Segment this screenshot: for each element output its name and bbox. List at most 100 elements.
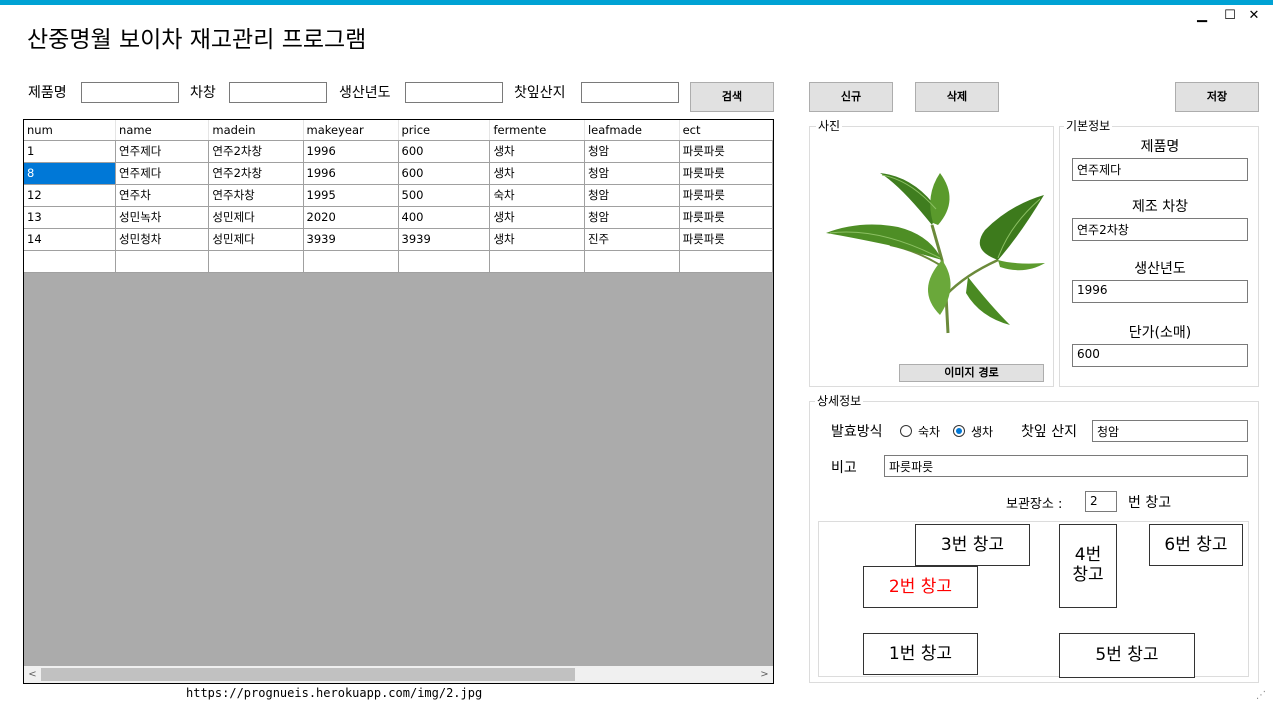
grid-cell[interactable]: 연주2차창 bbox=[208, 140, 304, 163]
basic-price-input[interactable]: 600 bbox=[1072, 344, 1248, 367]
column-header[interactable]: name bbox=[115, 120, 210, 141]
new-button[interactable]: 신규 bbox=[809, 82, 893, 112]
table-row-new[interactable] bbox=[24, 250, 773, 273]
grid-cell[interactable]: 성민제다 bbox=[208, 228, 304, 251]
inventory-grid[interactable]: num name madein makeyear price fermente … bbox=[23, 119, 774, 684]
resize-grip-icon[interactable]: ⋰ bbox=[1256, 690, 1266, 701]
grid-cell[interactable]: 청암 bbox=[584, 162, 680, 185]
grid-cell[interactable]: 생차 bbox=[489, 140, 585, 163]
raw-radio-label[interactable]: 생차 bbox=[971, 423, 993, 440]
grid-cell[interactable]: 2020 bbox=[303, 206, 399, 229]
grid-cell[interactable]: 생차 bbox=[489, 228, 585, 251]
column-header[interactable]: makeyear bbox=[303, 120, 399, 141]
table-row[interactable]: 14 성민청차 성민제다 3939 3939 생차 진주 파릇파릇 bbox=[24, 228, 773, 251]
grid-cell[interactable]: 600 bbox=[398, 162, 491, 185]
grid-cell[interactable]: 성민제다 bbox=[208, 206, 304, 229]
grid-cell[interactable] bbox=[398, 250, 491, 273]
image-path-button[interactable]: 이미지 경로 bbox=[899, 364, 1044, 382]
grid-cell[interactable]: 1995 bbox=[303, 184, 399, 207]
table-row[interactable]: 13 성민녹차 성민제다 2020 400 생차 청암 파릇파릇 bbox=[24, 206, 773, 229]
maximize-icon[interactable]: ☐ bbox=[1222, 8, 1238, 24]
column-header[interactable]: madein bbox=[208, 120, 304, 141]
grid-cell[interactable]: 13 bbox=[24, 206, 117, 229]
grid-cell[interactable]: 연주차창 bbox=[208, 184, 304, 207]
grid-cell[interactable]: 400 bbox=[398, 206, 491, 229]
grid-cell[interactable]: 청암 bbox=[584, 140, 680, 163]
grid-cell[interactable]: 파릇파릇 bbox=[679, 140, 773, 163]
grid-cell[interactable]: 12 bbox=[24, 184, 117, 207]
warehouse-1-button[interactable]: 1번 창고 bbox=[863, 633, 978, 675]
grid-cell[interactable]: 1 bbox=[24, 140, 117, 163]
note-input[interactable]: 파릇파릇 bbox=[884, 455, 1248, 477]
grid-cell[interactable]: 1996 bbox=[303, 162, 399, 185]
grid-cell[interactable]: 파릇파릇 bbox=[679, 206, 773, 229]
scroll-left-icon[interactable]: < bbox=[24, 666, 41, 683]
scrollbar-thumb[interactable] bbox=[41, 668, 575, 681]
search-year-input[interactable] bbox=[405, 82, 503, 103]
warehouse-2-button[interactable]: 2번 창고 bbox=[863, 566, 978, 608]
grid-cell[interactable]: 3939 bbox=[398, 228, 491, 251]
raw-radio[interactable] bbox=[953, 425, 965, 437]
grid-cell[interactable]: 파릇파릇 bbox=[679, 162, 773, 185]
grid-cell[interactable]: 연주제다 bbox=[115, 140, 210, 163]
grid-cell[interactable]: 성민녹차 bbox=[115, 206, 210, 229]
table-row[interactable]: 1 연주제다 연주2차창 1996 600 생차 청암 파릇파릇 bbox=[24, 140, 773, 163]
warehouse-3-button[interactable]: 3번 창고 bbox=[915, 524, 1030, 566]
search-factory-input[interactable] bbox=[229, 82, 327, 103]
grid-cell[interactable]: 연주2차창 bbox=[208, 162, 304, 185]
grid-cell[interactable]: 진주 bbox=[584, 228, 680, 251]
grid-cell[interactable]: 연주차 bbox=[115, 184, 210, 207]
save-button[interactable]: 저장 bbox=[1175, 82, 1259, 112]
basic-product-input[interactable]: 연주제다 bbox=[1072, 158, 1248, 181]
search-factory-label: 차창 bbox=[190, 85, 216, 101]
grid-cell[interactable]: 청암 bbox=[584, 184, 680, 207]
basic-factory-input[interactable]: 연주2차창 bbox=[1072, 218, 1248, 241]
grid-cell[interactable]: 청암 bbox=[584, 206, 680, 229]
table-row-selected[interactable]: 8 연주제다 연주2차창 1996 600 생차 청암 파릇파릇 bbox=[24, 162, 773, 185]
origin-label: 찻잎 산지 bbox=[1021, 424, 1077, 440]
basic-year-input[interactable]: 1996 bbox=[1072, 280, 1248, 303]
delete-button[interactable]: 삭제 bbox=[915, 82, 999, 112]
grid-cell[interactable] bbox=[303, 250, 399, 273]
column-header[interactable]: num bbox=[24, 120, 117, 141]
grid-cell[interactable]: 14 bbox=[24, 228, 117, 251]
warehouse-5-button[interactable]: 5번 창고 bbox=[1059, 633, 1195, 678]
column-header[interactable]: leafmade bbox=[584, 120, 680, 141]
grid-cell[interactable] bbox=[679, 250, 773, 273]
ripe-radio[interactable] bbox=[900, 425, 912, 437]
storage-input[interactable]: 2 bbox=[1085, 491, 1117, 512]
warehouse-6-button[interactable]: 6번 창고 bbox=[1149, 524, 1243, 566]
basic-info-group-title: 기본정보 bbox=[1064, 117, 1113, 134]
minimize-icon[interactable]: ▁ bbox=[1194, 8, 1210, 24]
search-product-input[interactable] bbox=[81, 82, 179, 103]
grid-cell[interactable]: 성민청차 bbox=[115, 228, 210, 251]
close-icon[interactable]: ✕ bbox=[1246, 8, 1262, 24]
grid-cell[interactable]: 파릇파릇 bbox=[679, 184, 773, 207]
grid-cell[interactable]: 3939 bbox=[303, 228, 399, 251]
grid-cell[interactable] bbox=[489, 250, 585, 273]
grid-cell[interactable] bbox=[115, 250, 210, 273]
origin-input[interactable]: 청암 bbox=[1092, 420, 1248, 442]
grid-cell[interactable]: 생차 bbox=[489, 162, 585, 185]
grid-cell[interactable]: 1996 bbox=[303, 140, 399, 163]
column-header[interactable]: fermente bbox=[489, 120, 585, 141]
scroll-right-icon[interactable]: > bbox=[756, 666, 773, 683]
warehouse-4-button[interactable]: 4번 창고 bbox=[1059, 524, 1117, 608]
grid-cell[interactable] bbox=[24, 250, 117, 273]
table-row[interactable]: 12 연주차 연주차창 1995 500 숙차 청암 파릇파릇 bbox=[24, 184, 773, 207]
search-button[interactable]: 검색 bbox=[690, 82, 774, 112]
ferment-label: 발효방식 bbox=[831, 424, 883, 440]
grid-cell[interactable] bbox=[208, 250, 304, 273]
grid-cell[interactable]: 파릇파릇 bbox=[679, 228, 773, 251]
grid-cell-selected[interactable]: 8 bbox=[24, 162, 117, 185]
column-header[interactable]: price bbox=[398, 120, 491, 141]
grid-cell[interactable]: 600 bbox=[398, 140, 491, 163]
grid-cell[interactable] bbox=[584, 250, 680, 273]
grid-cell[interactable]: 숙차 bbox=[489, 184, 585, 207]
grid-cell[interactable]: 연주제다 bbox=[115, 162, 210, 185]
grid-cell[interactable]: 500 bbox=[398, 184, 491, 207]
search-origin-input[interactable] bbox=[581, 82, 679, 103]
ripe-radio-label[interactable]: 숙차 bbox=[918, 423, 940, 440]
column-header[interactable]: ect bbox=[679, 120, 773, 141]
grid-cell[interactable]: 생차 bbox=[489, 206, 585, 229]
